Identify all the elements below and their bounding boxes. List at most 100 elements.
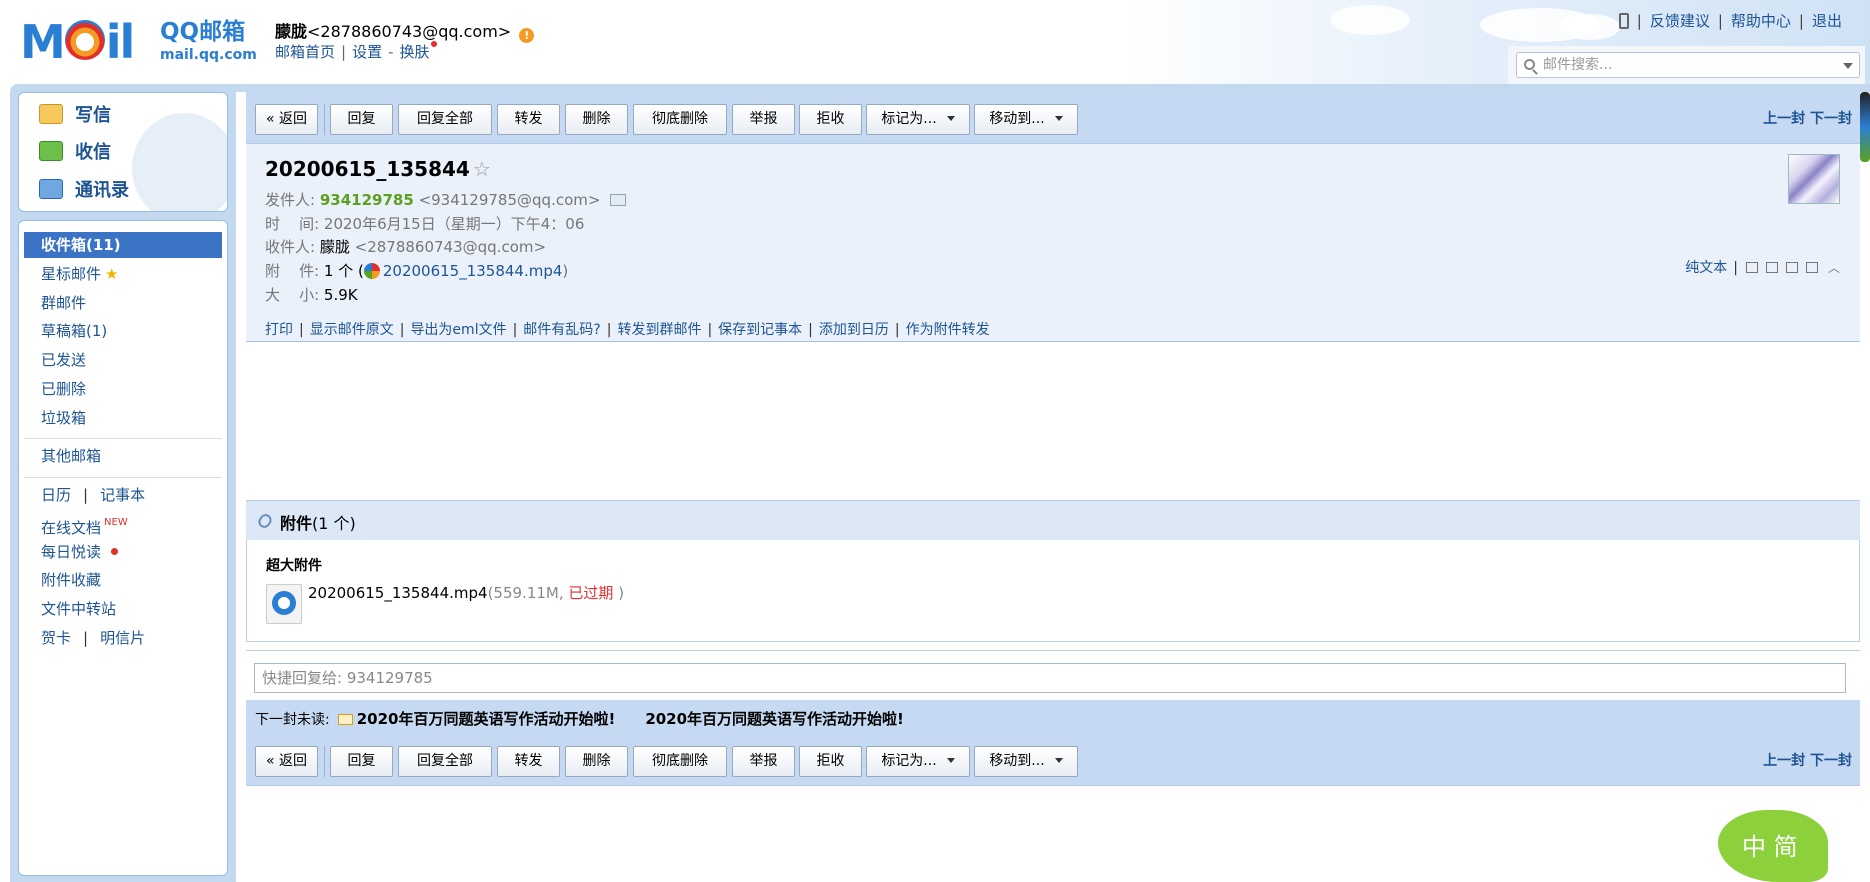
penguin-watermark [132,113,227,211]
scrollbar-thumb[interactable] [1860,92,1870,162]
report-button[interactable]: 举报 [732,104,795,135]
next-unread-subject[interactable]: 2020年百万同题英语写作活动开始啦! [357,710,616,728]
delete-button[interactable]: 删除 [565,746,628,777]
mailbox-home-link[interactable]: 邮箱首页 [275,43,335,61]
sidebar-item-attachments[interactable]: 附件收藏 [41,570,101,590]
quick-reply: 快捷回复给: 934129785 [246,650,1860,700]
next-unread-subject-repeat: 2020年百万同题英语写作活动开始啦! [645,710,904,728]
sidebar-item-inbox[interactable]: 收件箱(11) [24,232,222,258]
forward-to-group-link[interactable]: 转发到群邮件 [617,322,701,338]
divider [24,477,222,478]
mark-as-dropdown[interactable]: 标记为... [866,104,970,135]
star-icon: ★ [105,265,119,283]
reply-button[interactable]: 回复 [330,746,393,777]
purge-button[interactable]: 彻底删除 [633,746,727,777]
feedback-link[interactable]: 反馈建议 [1650,12,1710,30]
divider [324,746,325,777]
contacts-icon [39,179,63,199]
sender-email: <934129785@qq.com> [418,191,601,209]
user-email: <2878860743@qq.com> [307,22,512,41]
forward-button[interactable]: 转发 [497,746,560,777]
save-to-notepad-link[interactable]: 保存到记事本 [718,322,802,338]
qq-mail-logo[interactable]: Mil QQ邮箱 mail.qq.com [20,15,257,69]
sidebar-item-other-mailbox[interactable]: 其他邮箱 [41,446,101,466]
search-icon [1524,59,1535,70]
export-eml-link[interactable]: 导出为eml文件 [410,322,506,338]
user-name: 朦胧 [275,22,308,41]
back-button[interactable]: « 返回 [255,104,318,135]
attachment-list: 超大附件 20200615_135844.mp4(559.11M, 已过期 ) [246,540,1860,642]
recipient-email: <2878860743@qq.com> [354,238,547,256]
attachment-file-size: (559.11M, [487,584,564,602]
postcard-link[interactable]: 明信片 [100,629,145,647]
next-mail-link[interactable]: 下一封 [1810,753,1852,769]
help-center-link[interactable]: 帮助中心 [1731,12,1791,30]
compose-button[interactable]: 写信 [39,104,111,128]
purge-button[interactable]: 彻底删除 [633,104,727,135]
settings-link[interactable]: 设置 [352,43,382,61]
notepad-icon[interactable] [1765,262,1778,273]
sidebar-item-starred[interactable]: 星标邮件 ★ [41,264,118,284]
video-file-icon[interactable] [266,584,302,624]
move-to-dropdown[interactable]: 移动到... [974,746,1078,777]
contacts-button[interactable]: 通讯录 [39,179,129,203]
collapse-icon[interactable]: ︿ [1828,259,1840,276]
mark-as-dropdown[interactable]: 标记为... [866,746,970,777]
forward-button[interactable]: 转发 [497,104,560,135]
greeting-card-link[interactable]: 贺卡 [41,629,71,647]
print-link[interactable]: 打印 [265,322,293,338]
add-to-calendar-link[interactable]: 添加到日历 [819,322,889,338]
logo-mark: Mil [20,15,135,69]
sender-name[interactable]: 934129785 [320,191,414,209]
new-window-icon[interactable] [1745,262,1758,273]
prev-mail-link[interactable]: 上一封 [1763,753,1805,769]
back-button[interactable]: « 返回 [255,746,318,777]
prev-mail-link[interactable]: 上一封 [1763,111,1805,127]
logo-brand: QQ邮箱 [160,19,246,45]
reply-button[interactable]: 回复 [330,104,393,135]
print-icon[interactable] [1805,262,1818,273]
sender-avatar[interactable] [1788,154,1840,204]
new-badge: NEW [104,517,128,528]
sidebar-item-group[interactable]: 群邮件 [41,293,86,313]
sidebar-item-sent[interactable]: 已发送 [41,350,86,370]
show-raw-link[interactable]: 显示邮件原文 [310,322,394,338]
move-to-dropdown[interactable]: 移动到... [974,104,1078,135]
sidebar-item-spam[interactable]: 垃圾箱 [41,408,86,428]
attachment-link[interactable]: 20200615_135844.mp4 [383,262,563,280]
sidebar-item-daily[interactable]: 每日悦读 [41,542,119,562]
report-button[interactable]: 举报 [732,746,795,777]
mobile-phone-icon[interactable] [1618,13,1629,29]
sidebar-item-deleted[interactable]: 已删除 [41,379,86,399]
attachment-row: 附 件: 1 个 (20200615_135844.mp4) [265,262,569,280]
warning-icon[interactable]: ! [519,28,535,43]
reply-all-button[interactable]: 回复全部 [398,746,492,777]
divider [324,104,325,135]
contact-card-icon[interactable] [610,194,627,206]
logout-link[interactable]: 退出 [1812,12,1842,30]
mail-search-input[interactable]: 邮件搜索... [1516,52,1860,78]
reject-button[interactable]: 拒收 [799,746,862,777]
garbled-link[interactable]: 邮件有乱码? [523,322,600,338]
sidebar-item-transfer[interactable]: 文件中转站 [41,599,116,619]
chevron-down-icon[interactable] [1843,63,1853,69]
plain-text-link[interactable]: 纯文本 [1685,260,1727,276]
reject-button[interactable]: 拒收 [799,104,862,135]
attachment-title: 附件 [280,514,313,533]
sidebar-item-drafts[interactable]: 草稿箱(1) [41,321,107,341]
notepad-link[interactable]: 记事本 [100,486,145,504]
forward-as-attachment-link[interactable]: 作为附件转发 [906,322,990,338]
calendar-link[interactable]: 日历 [41,486,71,504]
reply-all-button[interactable]: 回复全部 [398,104,492,135]
mail-view: « 返回 回复 回复全部 转发 删除 彻底删除 举报 拒收 标记为... 移动到… [236,92,1870,882]
save-icon[interactable] [1785,262,1798,273]
quick-reply-input[interactable]: 快捷回复给: 934129785 [254,663,1846,693]
skin-link[interactable]: 换肤 [400,43,430,61]
sidebar-item-docs[interactable]: 在线文档 NEW [41,513,128,538]
mail-header: 20200615_135844 ☆ 发件人: 934129785 <9341297… [246,144,1860,342]
receive-button[interactable]: 收信 [39,141,111,165]
next-mail-link[interactable]: 下一封 [1810,111,1852,127]
attachment-file-name[interactable]: 20200615_135844.mp4 [308,584,488,602]
delete-button[interactable]: 删除 [565,104,628,135]
star-toggle-icon[interactable]: ☆ [473,157,491,181]
